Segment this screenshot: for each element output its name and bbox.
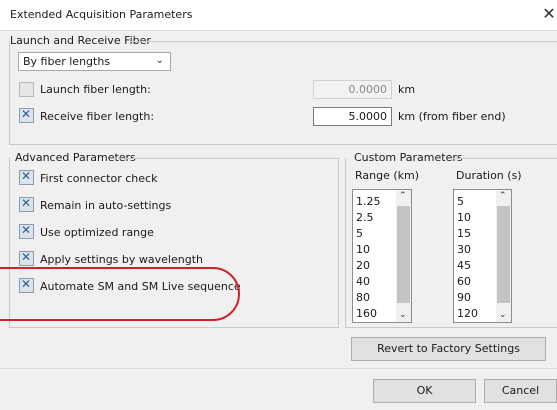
receive-fiber-checkbox[interactable] [19,107,34,123]
first-connector-check-checkbox[interactable] [19,169,34,185]
list-item[interactable]: 2.5 [356,211,374,224]
scroll-down-icon[interactable]: ⌄ [499,310,507,320]
scrollbar-thumb[interactable] [497,206,510,303]
title-bar[interactable]: Extended Acquisition Parameters ✕ [0,0,557,30]
first-connector-check-label: First connector check [40,172,158,185]
list-item[interactable]: 160 [356,307,377,320]
revert-factory-settings-button[interactable]: Revert to Factory Settings [351,337,546,361]
remain-auto-settings-label: Remain in auto-settings [40,199,172,212]
scroll-down-icon[interactable]: ⌄ [399,310,407,320]
list-item[interactable]: 10 [356,243,370,256]
list-item[interactable]: 1.25 [356,195,381,208]
duration-listbox[interactable]: 5 10 15 30 45 60 90 120 ⌃ ⌄ [453,189,512,323]
group-rule [9,144,557,145]
custom-group-title: Custom Parameters [354,151,463,164]
range-listbox[interactable]: 1.25 2.5 5 10 20 40 80 160 ⌃ ⌄ [352,189,412,323]
scroll-up-icon[interactable]: ⌃ [399,191,407,201]
scroll-up-icon[interactable]: ⌃ [499,191,507,201]
group-rule [345,327,557,328]
list-item[interactable]: 30 [457,243,471,256]
launch-fiber-length-field[interactable]: 0.0000 [313,80,392,99]
chevron-down-icon: ⌄ [155,55,164,66]
group-rule [338,158,339,328]
receive-fiber-length-field[interactable]: 5.0000 [313,107,392,126]
remain-auto-settings-checkbox[interactable] [19,196,34,212]
fiber-mode-dropdown[interactable]: By fiber lengths ⌄ [18,52,171,71]
footer-divider [0,368,557,369]
list-item[interactable]: 60 [457,275,471,288]
dialog-window: Extended Acquisition Parameters ✕ Launch… [0,0,557,410]
list-item[interactable]: 10 [457,211,471,224]
title-divider [0,30,557,31]
highlight-annotation [0,267,240,321]
list-item[interactable]: 20 [356,259,370,272]
group-rule [452,158,557,159]
group-rule [9,327,339,328]
range-header: Range (km) [355,169,420,182]
list-item[interactable]: 80 [356,291,370,304]
launch-fiber-checkbox[interactable] [19,82,34,97]
cancel-button[interactable]: Cancel [484,379,557,403]
launch-fiber-unit: km [398,83,416,96]
group-rule [112,158,338,159]
launch-fiber-label: Launch fiber length: [40,83,151,96]
list-item[interactable]: 15 [457,227,471,240]
duration-scrollbar[interactable]: ⌃ ⌄ [496,190,511,322]
receive-fiber-label: Receive fiber length: [40,110,155,123]
group-rule [9,41,10,145]
use-optimized-range-label: Use optimized range [40,226,154,239]
scrollbar-thumb[interactable] [397,206,410,303]
list-item[interactable]: 120 [457,307,478,320]
duration-header: Duration (s) [456,169,522,182]
use-optimized-range-checkbox[interactable] [19,223,34,239]
fiber-mode-value: By fiber lengths [23,55,111,68]
group-rule [130,41,557,42]
dialog-title: Extended Acquisition Parameters [10,8,193,21]
close-icon[interactable]: ✕ [542,5,556,23]
ok-button[interactable]: OK [373,379,476,403]
list-item[interactable]: 5 [356,227,363,240]
group-rule [345,158,346,328]
receive-fiber-unit: km (from fiber end) [398,110,506,123]
list-item[interactable]: 40 [356,275,370,288]
apply-settings-by-wavelength-label: Apply settings by wavelength [40,253,203,266]
list-item[interactable]: 45 [457,259,471,272]
range-scrollbar[interactable]: ⌃ ⌄ [396,190,411,322]
apply-settings-by-wavelength-checkbox[interactable] [19,250,34,266]
list-item[interactable]: 90 [457,291,471,304]
list-item[interactable]: 5 [457,195,464,208]
